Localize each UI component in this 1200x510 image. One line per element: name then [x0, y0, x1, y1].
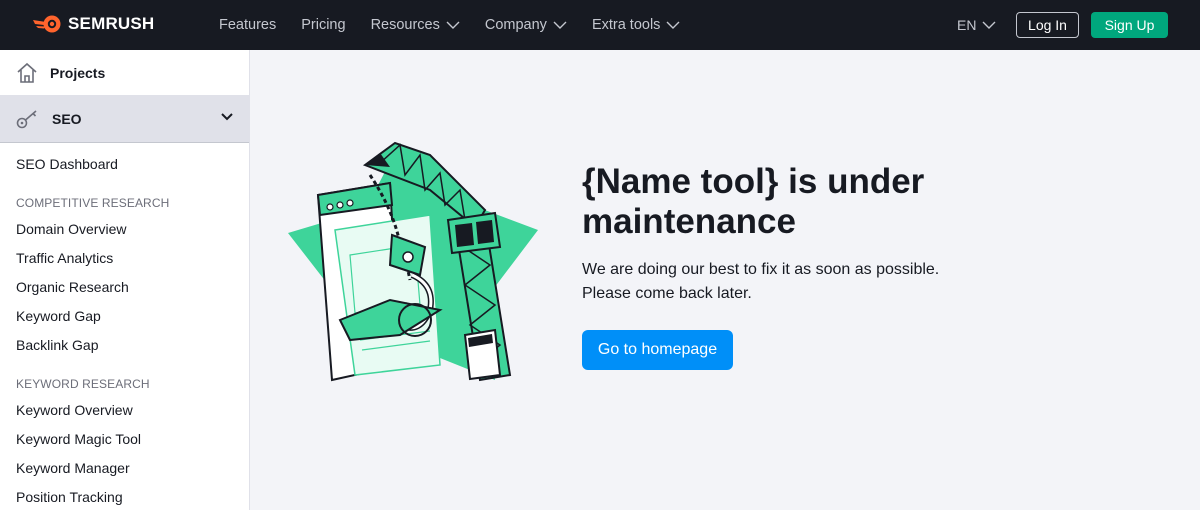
crane-under-construction-illustration: [288, 141, 538, 382]
nav-features[interactable]: Features: [219, 17, 276, 33]
main-nav: Features Pricing Resources Company Extra…: [219, 0, 705, 50]
semrush-flame-icon: [33, 15, 61, 33]
sidebar-item-projects[interactable]: Projects: [0, 50, 249, 96]
sidebar-item-seo-dashboard[interactable]: SEO Dashboard: [16, 156, 118, 172]
chevron-down-icon: [446, 21, 460, 29]
language-selector[interactable]: EN: [957, 0, 996, 50]
section-title-keyword-research: KEYWORD RESEARCH: [16, 377, 150, 391]
sidebar-item-keyword-manager[interactable]: Keyword Manager: [16, 460, 130, 476]
section-title-competitive-research: COMPETITIVE RESEARCH: [16, 196, 170, 210]
description-line-1: We are doing our best to fix it as soon …: [582, 261, 940, 278]
nav-resources-label: Resources: [370, 17, 440, 33]
key-icon: [16, 109, 37, 128]
language-label: EN: [957, 17, 977, 33]
chevron-down-icon: [982, 21, 996, 29]
brand-name: SEMRUSH: [68, 14, 155, 33]
sidebar-item-keyword-overview[interactable]: Keyword Overview: [16, 402, 133, 418]
home-icon: [17, 62, 37, 83]
nav-resources[interactable]: Resources: [371, 17, 460, 33]
page-description: We are doing our best to fix it as soon …: [582, 258, 1002, 306]
nav-extra-tools[interactable]: Extra tools: [592, 17, 681, 33]
signup-button[interactable]: Sign Up: [1091, 12, 1168, 38]
sidebar-item-traffic-analytics[interactable]: Traffic Analytics: [16, 250, 113, 266]
go-to-homepage-button[interactable]: Go to homepage: [582, 330, 733, 370]
nav-company[interactable]: Company: [485, 17, 567, 33]
chevron-down-icon: [221, 113, 233, 121]
sidebar-item-keyword-gap[interactable]: Keyword Gap: [16, 308, 101, 324]
login-button[interactable]: Log In: [1016, 12, 1079, 38]
sidebar-item-domain-overview[interactable]: Domain Overview: [16, 221, 126, 237]
sidebar-item-seo[interactable]: SEO: [0, 95, 249, 143]
nav-pricing-label: Pricing: [301, 17, 346, 33]
sidebar-item-label: Projects: [50, 64, 106, 81]
nav-extra-tools-label: Extra tools: [591, 17, 661, 33]
main-content: {Name tool} is under maintenance We are …: [250, 50, 1200, 510]
chevron-down-icon: [553, 21, 567, 29]
sidebar-item-label: SEO: [52, 110, 82, 127]
sidebar-item-backlink-gap[interactable]: Backlink Gap: [16, 337, 98, 353]
chevron-down-icon: [666, 21, 680, 29]
sidebar: Projects SEO SEO Dashboard COMPETITIVE R…: [0, 50, 250, 510]
top-navigation-bar: SEMRUSH Features Pricing Resources Compa…: [0, 0, 1200, 50]
nav-features-label: Features: [219, 17, 277, 33]
page-title: {Name tool} is under maintenance: [582, 162, 925, 241]
nav-company-label: Company: [484, 17, 547, 33]
nav-pricing[interactable]: Pricing: [301, 17, 345, 33]
sidebar-item-organic-research[interactable]: Organic Research: [16, 279, 129, 295]
sidebar-item-position-tracking[interactable]: Position Tracking: [16, 489, 123, 505]
description-line-2: Please come back later.: [582, 285, 752, 302]
semrush-logo[interactable]: SEMRUSH: [32, 14, 154, 34]
sidebar-item-keyword-magic-tool[interactable]: Keyword Magic Tool: [16, 431, 141, 447]
